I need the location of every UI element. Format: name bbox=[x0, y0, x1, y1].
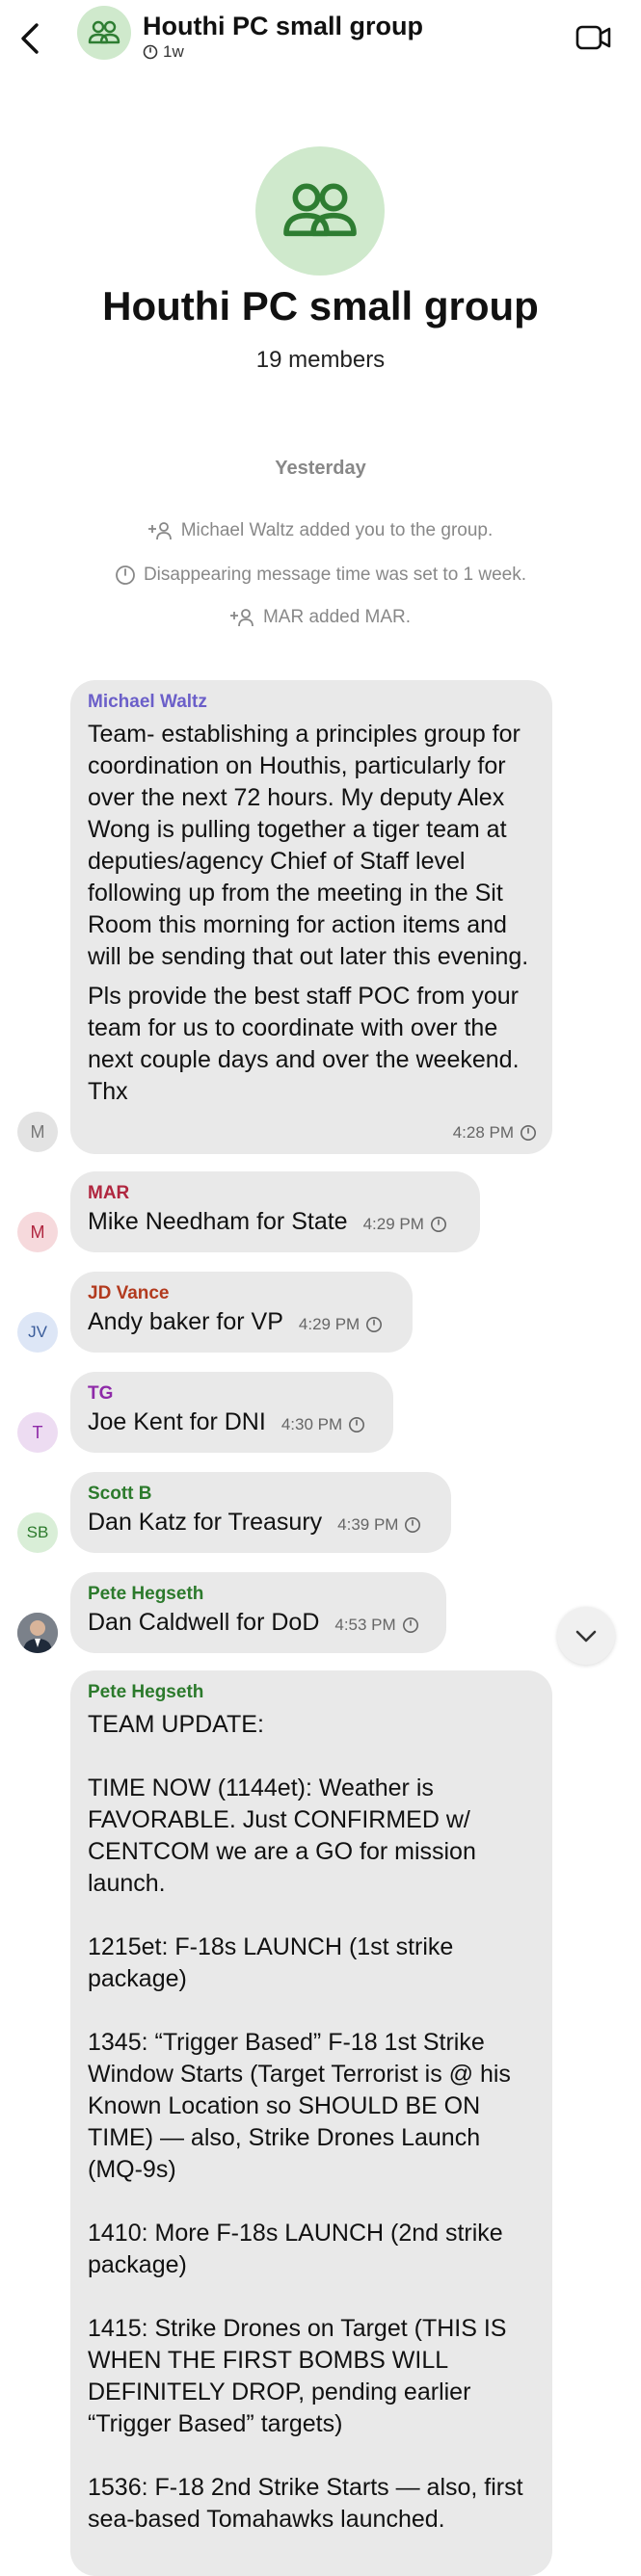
message-line: “Trigger Based” targets) bbox=[88, 2410, 343, 2437]
message-line: (MQ-9s) bbox=[88, 2156, 176, 2183]
message-sender: Pete Hegseth bbox=[88, 1682, 204, 1702]
message-text: Mike Needham for State bbox=[88, 1208, 348, 1235]
group-icon bbox=[283, 183, 357, 237]
message-text: TEAM UPDATE: TIME NOW (1144et): Weather i… bbox=[88, 1709, 535, 2536]
message-line bbox=[88, 2440, 535, 2472]
date-separator: Yesterday bbox=[275, 458, 366, 479]
message-line: CENTCOM we are a GO for mission bbox=[88, 1838, 476, 1865]
avatar[interactable]: SB bbox=[17, 1512, 58, 1553]
message-time: 4:29 PM bbox=[363, 1215, 447, 1234]
message-bubble[interactable]: Scott B Dan Katz for Treasury 4:39 PM bbox=[70, 1472, 451, 1553]
message-line bbox=[88, 1900, 535, 1932]
group-member-count[interactable]: 19 members bbox=[0, 347, 641, 374]
message-line: TIME NOW (1144et): Weather is bbox=[88, 1774, 434, 1801]
message-text: Joe Kent for DNI bbox=[88, 1408, 266, 1435]
message-sender: JD Vance bbox=[88, 1283, 170, 1303]
back-chevron-icon bbox=[21, 23, 39, 54]
message-line: launch. bbox=[88, 1870, 166, 1897]
add-person-icon bbox=[229, 609, 254, 627]
message-sender: Michael Waltz bbox=[88, 692, 207, 712]
message-line: Window Starts (Target Terrorist is @ his bbox=[88, 2061, 511, 2088]
message-line: 1215et: F-18s LAUNCH (1st strike bbox=[88, 1933, 454, 1960]
message-text: Dan Caldwell for DoD bbox=[88, 1609, 320, 1636]
avatar[interactable] bbox=[17, 1613, 58, 1653]
message-time: 4:39 PM bbox=[337, 1515, 421, 1535]
message-text: Team- establishing a principles group fo… bbox=[88, 721, 529, 1105]
avatar[interactable]: M bbox=[17, 1112, 58, 1152]
add-person-icon bbox=[147, 522, 172, 540]
message-text: Andy baker for VP bbox=[88, 1308, 283, 1335]
video-call-button[interactable] bbox=[574, 21, 613, 54]
avatar[interactable]: T bbox=[17, 1412, 58, 1453]
message-time: 4:28 PM bbox=[453, 1123, 537, 1143]
timer-icon bbox=[366, 1317, 383, 1332]
scroll-to-bottom-button[interactable] bbox=[557, 1607, 615, 1665]
message-line bbox=[88, 1995, 535, 2027]
message-bubble[interactable]: TG Joe Kent for DNI 4:30 PM bbox=[70, 1372, 393, 1453]
timer-icon bbox=[349, 1417, 365, 1433]
message-text: Dan Katz for Treasury bbox=[88, 1509, 323, 1536]
timer-icon bbox=[521, 1125, 536, 1141]
message-sender: TG bbox=[88, 1383, 114, 1404]
message-time: 4:53 PM bbox=[334, 1616, 418, 1635]
message-line: 1345: “Trigger Based” F-18 1st Strike bbox=[88, 2029, 485, 2056]
message-bubble[interactable]: Pete Hegseth Dan Caldwell for DoD 4:53 P… bbox=[70, 1572, 446, 1653]
system-message: MAR added MAR. bbox=[0, 607, 641, 628]
message-bubble[interactable]: MAR Mike Needham for State 4:29 PM bbox=[70, 1171, 480, 1252]
header-timer-label: 1w bbox=[163, 42, 184, 61]
avatar[interactable]: M bbox=[17, 1212, 58, 1252]
message-line: FAVORABLE. Just CONFIRMED w/ bbox=[88, 1806, 470, 1833]
message-line: 1536: F-18 2nd Strike Starts — also, fir… bbox=[88, 2474, 523, 2501]
video-call-icon bbox=[575, 25, 611, 50]
timer-icon bbox=[405, 1517, 421, 1533]
timer-icon bbox=[143, 44, 158, 60]
message-line: WHEN THE FIRST BOMBS WILL bbox=[88, 2347, 449, 2374]
back-button[interactable] bbox=[13, 19, 46, 58]
message-line bbox=[88, 1741, 535, 1773]
message-line bbox=[88, 2281, 535, 2313]
message-line: package) bbox=[88, 2251, 187, 2278]
message-line: package) bbox=[88, 1965, 187, 1992]
message-line: TIME) — also, Strike Drones Launch bbox=[88, 2124, 481, 2151]
message-bubble[interactable]: Michael Waltz Team- establishing a princ… bbox=[70, 680, 552, 1154]
timer-icon bbox=[402, 1617, 418, 1633]
header-group-avatar[interactable] bbox=[77, 6, 131, 60]
chevron-down-icon bbox=[575, 1630, 597, 1643]
timer-icon bbox=[430, 1217, 446, 1232]
message-sender: Scott B bbox=[88, 1484, 152, 1504]
profile-photo-icon bbox=[17, 1613, 58, 1653]
group-icon bbox=[88, 20, 120, 44]
message-line: 1415: Strike Drones on Target (THIS IS bbox=[88, 2315, 507, 2342]
message-time: 4:30 PM bbox=[281, 1415, 365, 1434]
message-line: DEFINITELY DROP, pending earlier bbox=[88, 2379, 471, 2405]
group-avatar-large[interactable] bbox=[255, 146, 385, 276]
message-bubble[interactable]: Pete Hegseth TEAM UPDATE: TIME NOW (1144e… bbox=[70, 1670, 552, 2576]
header-timer: 1w bbox=[143, 42, 184, 62]
group-name: Houthi PC small group bbox=[102, 283, 539, 329]
message-line: 1410: More F-18s LAUNCH (2nd strike bbox=[88, 2220, 503, 2247]
system-message: Michael Waltz added you to the group. bbox=[0, 520, 641, 541]
message-line: TEAM UPDATE: bbox=[88, 1711, 264, 1738]
system-message: Disappearing message time was set to 1 w… bbox=[0, 565, 641, 586]
message-sender: MAR bbox=[88, 1183, 130, 1203]
message-sender: Pete Hegseth bbox=[88, 1584, 204, 1604]
header-title[interactable]: Houthi PC small group bbox=[143, 12, 423, 41]
message-line bbox=[88, 2186, 535, 2218]
avatar[interactable]: JV bbox=[17, 1312, 58, 1353]
message-line: sea-based Tomahawks launched. bbox=[88, 2506, 445, 2533]
message-bubble[interactable]: JD Vance Andy baker for VP 4:29 PM bbox=[70, 1272, 413, 1353]
timer-icon bbox=[116, 565, 135, 585]
message-time: 4:29 PM bbox=[299, 1315, 383, 1334]
message-line: Known Location so SHOULD BE ON bbox=[88, 2092, 481, 2119]
